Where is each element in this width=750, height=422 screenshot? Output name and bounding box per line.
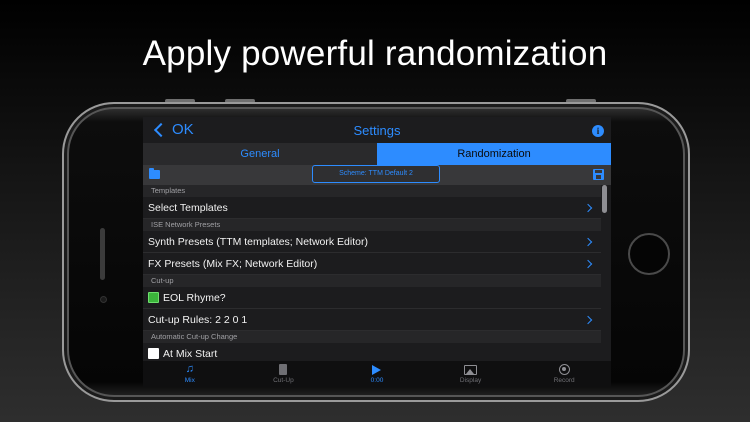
tab-mix[interactable]: ♫ Mix: [143, 361, 237, 387]
cutup-rules-row[interactable]: Cut-up Rules: 2 2 0 1: [143, 309, 601, 331]
save-icon[interactable]: [593, 169, 604, 180]
select-templates-row[interactable]: Select Templates: [143, 197, 601, 219]
section-header-templates: Templates: [143, 185, 601, 197]
chevron-right-icon: [583, 203, 593, 213]
app-screen: OK Settings i General Randomization Sche…: [143, 117, 611, 387]
eol-rhyme-row[interactable]: EOL Rhyme?: [143, 287, 601, 309]
play-icon: [372, 364, 382, 375]
music-note-icon: ♫: [185, 363, 194, 375]
phone-camera: [100, 296, 107, 303]
folder-icon[interactable]: [149, 168, 160, 179]
back-button[interactable]: OK: [153, 121, 194, 138]
at-mix-start-row[interactable]: At Mix Start: [143, 343, 601, 361]
scheme-toolbar: Scheme: TTM Default 2: [143, 165, 611, 185]
record-icon: [558, 364, 570, 375]
tab-cutup[interactable]: Cut-Up: [237, 361, 331, 387]
chevron-right-icon: [583, 259, 593, 269]
eol-rhyme-checkbox[interactable]: [148, 292, 159, 303]
row-label: EOL Rhyme?: [163, 291, 226, 304]
row-label: Synth Presets (TTM templates; Network Ed…: [148, 235, 368, 248]
row-label: FX Presets (Mix FX; Network Editor): [148, 257, 318, 270]
tab-general[interactable]: General: [143, 143, 377, 165]
synth-presets-row[interactable]: Synth Presets (TTM templates; Network Ed…: [143, 231, 601, 253]
tab-display[interactable]: Display: [424, 361, 518, 387]
back-label: OK: [172, 121, 194, 138]
chevron-right-icon: [583, 315, 593, 325]
play-button[interactable]: 0:00: [330, 361, 424, 387]
at-mix-start-checkbox[interactable]: [148, 348, 159, 359]
section-header-ise-network: ISE Network Presets: [143, 219, 601, 231]
tab-label: Cut-Up: [273, 377, 294, 384]
fx-presets-row[interactable]: FX Presets (Mix FX; Network Editor): [143, 253, 601, 275]
row-label: Select Templates: [148, 201, 228, 214]
headline: Apply powerful randomization: [142, 34, 608, 73]
time-label: 0:00: [370, 376, 384, 384]
row-label: At Mix Start: [163, 347, 218, 360]
bottom-tab-bar: ♫ Mix Cut-Up 0:00 Display Record: [143, 361, 611, 387]
section-header-auto-change: Automatic Cut-up Change: [143, 331, 601, 343]
tab-label: Mix: [184, 377, 195, 384]
chevron-left-icon: [153, 122, 169, 138]
segmented-tabs: General Randomization: [143, 143, 611, 165]
tab-record[interactable]: Record: [517, 361, 611, 387]
page-title: Settings: [353, 123, 401, 138]
phone-speaker: [100, 228, 105, 280]
row-label: Cut-up Rules: 2 2 0 1: [148, 313, 248, 326]
navigation-bar: OK Settings i: [143, 117, 611, 143]
home-button[interactable]: [628, 233, 670, 275]
tab-label: Record: [553, 377, 575, 384]
tab-label: Display: [459, 376, 482, 384]
scheme-button[interactable]: Scheme: TTM Default 2: [312, 165, 440, 183]
section-header-cutup: Cut-up: [143, 275, 601, 287]
tab-randomization[interactable]: Randomization: [377, 143, 611, 165]
chevron-right-icon: [583, 237, 593, 247]
scrollbar[interactable]: [602, 185, 607, 213]
info-icon[interactable]: i: [592, 125, 604, 137]
settings-list: Templates Select Templates ISE Network P…: [143, 185, 601, 361]
image-icon: [464, 364, 478, 375]
document-icon: [279, 364, 288, 375]
